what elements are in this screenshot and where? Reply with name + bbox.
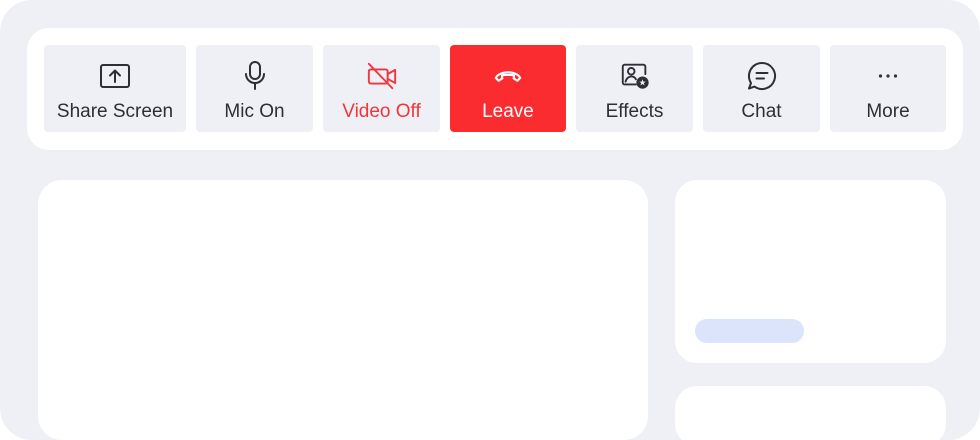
effects-icon [619, 61, 651, 91]
share-screen-icon [99, 61, 131, 91]
share-screen-button[interactable]: Share Screen [44, 45, 186, 132]
more-label: More [866, 101, 910, 122]
effects-label: Effects [605, 101, 664, 122]
chat-label: Chat [741, 101, 782, 122]
more-dots-icon [872, 61, 904, 91]
meeting-app: Share Screen Mic On Video Off Leave Effe… [0, 0, 980, 440]
more-button[interactable]: More [830, 45, 946, 132]
participant-tile[interactable] [675, 180, 946, 363]
share-screen-label: Share Screen [56, 101, 174, 122]
hang-up-icon [492, 61, 524, 91]
mic-toggle-button[interactable]: Mic On [196, 45, 313, 132]
leave-button[interactable]: Leave [450, 45, 566, 132]
video-off-icon [366, 61, 398, 91]
main-video-stage [38, 180, 648, 440]
video-toggle-button[interactable]: Video Off [323, 45, 440, 132]
participant-name-placeholder [695, 319, 804, 343]
mic-toggle-label: Mic On [224, 101, 285, 122]
chat-button[interactable]: Chat [703, 45, 820, 132]
leave-label: Leave [482, 101, 534, 122]
effects-button[interactable]: Effects [576, 45, 693, 132]
microphone-icon [239, 61, 271, 91]
meeting-toolbar: Share Screen Mic On Video Off Leave Effe… [27, 28, 963, 150]
participant-tile[interactable] [675, 386, 946, 440]
chat-icon [746, 61, 778, 91]
video-toggle-label: Video Off [342, 101, 421, 122]
